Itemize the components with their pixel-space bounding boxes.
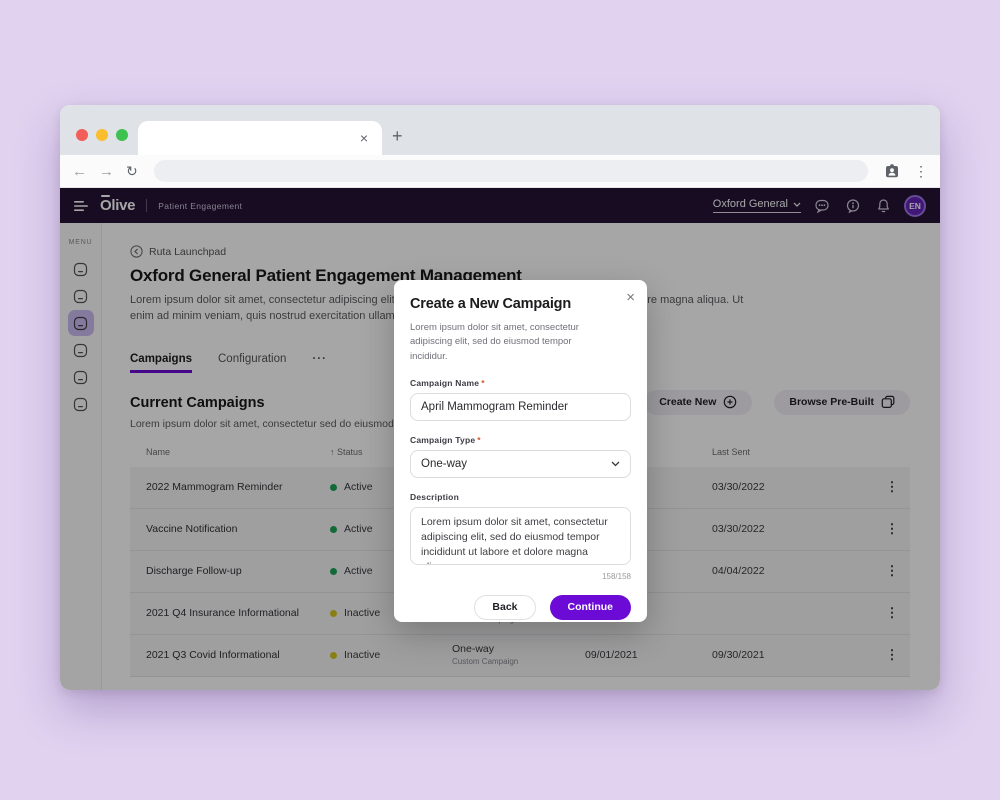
profile-badge-icon[interactable]: [884, 163, 900, 179]
browser-tab-strip: × +: [60, 105, 940, 155]
close-window-button[interactable]: [76, 129, 88, 141]
chevron-down-icon: [611, 461, 620, 467]
campaign-name-input[interactable]: [410, 393, 631, 421]
browser-menu-button[interactable]: ⋮: [914, 164, 928, 178]
tab-close-button[interactable]: ×: [360, 131, 368, 145]
reload-button[interactable]: ↻: [126, 164, 138, 178]
continue-button[interactable]: Continue: [550, 595, 632, 620]
create-campaign-modal: × Create a New Campaign Lorem ipsum dolo…: [394, 280, 647, 622]
new-tab-button[interactable]: +: [392, 127, 403, 145]
modal-title: Create a New Campaign: [410, 296, 631, 312]
zoom-window-button[interactable]: [116, 129, 128, 141]
campaign-type-value: One-way: [421, 458, 467, 470]
forward-button[interactable]: →: [99, 164, 114, 179]
character-counter: 158/158: [410, 572, 631, 581]
required-asterisk: *: [477, 435, 481, 445]
required-asterisk: *: [481, 378, 485, 388]
browser-window: × + ← → ↻ ⋮: [60, 105, 940, 690]
minimize-window-button[interactable]: [96, 129, 108, 141]
browser-toolbar-right: ⋮: [884, 163, 928, 179]
back-button[interactable]: ←: [72, 164, 87, 179]
browser-toolbar: ← → ↻ ⋮: [60, 155, 940, 188]
description-label: Description: [410, 492, 631, 502]
back-button[interactable]: Back: [474, 595, 535, 620]
browser-tab[interactable]: ×: [138, 121, 382, 155]
campaign-name-label: Campaign Name*: [410, 378, 631, 388]
modal-close-icon[interactable]: ×: [626, 290, 635, 305]
window-controls: [76, 129, 128, 141]
description-textarea[interactable]: Lorem ipsum dolor sit amet, consectetur …: [410, 507, 631, 565]
web-page: Olive Patient Engagement Oxford General: [60, 188, 940, 690]
modal-description: Lorem ipsum dolor sit amet, consectetur …: [410, 321, 610, 364]
address-bar[interactable]: [154, 160, 868, 182]
campaign-type-label: Campaign Type*: [410, 435, 631, 445]
campaign-type-select[interactable]: One-way: [410, 450, 631, 478]
